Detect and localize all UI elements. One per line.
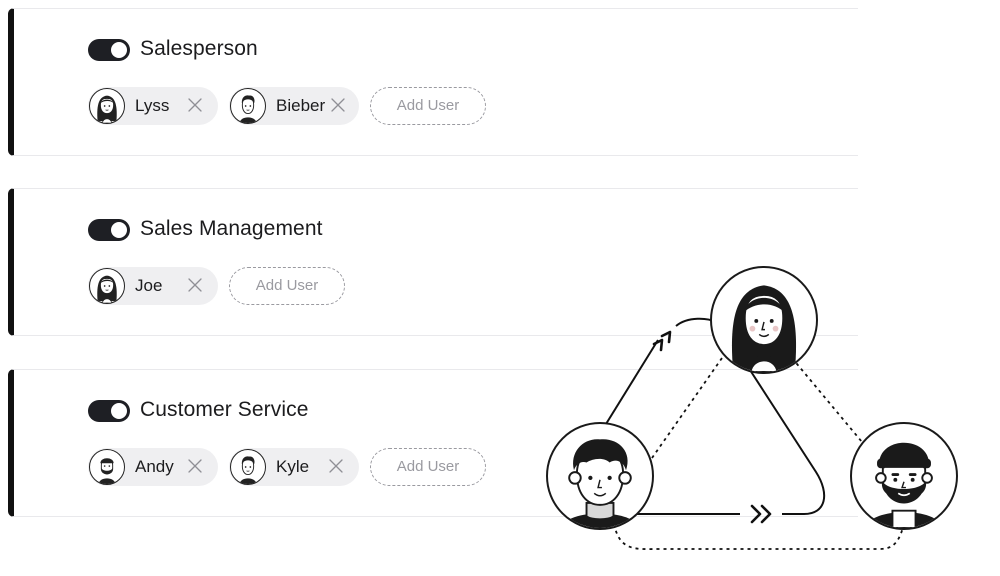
woman-long-hair-avatar bbox=[89, 88, 125, 124]
user-name: Andy bbox=[135, 457, 174, 476]
user-chip[interactable]: Andy bbox=[88, 448, 218, 486]
add-user-button[interactable]: Add User bbox=[370, 448, 486, 486]
role-title: Salesperson bbox=[140, 37, 258, 60]
toggle-knob bbox=[111, 403, 127, 419]
toggle-knob bbox=[111, 42, 127, 58]
remove-user-icon[interactable] bbox=[327, 457, 345, 475]
woman-long-hair-icon bbox=[710, 266, 818, 374]
remove-user-icon[interactable] bbox=[186, 96, 204, 114]
user-name: Lyss bbox=[135, 96, 170, 115]
role-toggle[interactable] bbox=[88, 400, 130, 422]
user-chip[interactable]: Bieber bbox=[229, 87, 359, 125]
man-curly-hair-icon bbox=[546, 422, 654, 530]
remove-user-icon[interactable] bbox=[186, 276, 204, 294]
double-chevron-right-icon bbox=[750, 504, 772, 524]
user-chip[interactable]: Lyss bbox=[88, 87, 218, 125]
user-name: Joe bbox=[135, 276, 163, 295]
man-avatar bbox=[230, 88, 266, 124]
remove-user-icon[interactable] bbox=[329, 96, 347, 114]
add-user-button[interactable]: Add User bbox=[229, 267, 345, 305]
user-chip[interactable]: Kyle bbox=[229, 448, 359, 486]
user-name: Bieber bbox=[276, 96, 326, 115]
remove-user-icon[interactable] bbox=[186, 457, 204, 475]
toggle-knob bbox=[111, 222, 127, 238]
team-flow-illustration bbox=[540, 262, 970, 562]
role-title: Customer Service bbox=[140, 398, 309, 421]
bearded-man-beanie-icon bbox=[850, 422, 958, 530]
role-title: Sales Management bbox=[140, 217, 323, 240]
role-card-salesperson: Salesperson Lyss Bieber Add User bbox=[8, 8, 859, 156]
role-toggle[interactable] bbox=[88, 39, 130, 61]
bearded-man-avatar bbox=[89, 449, 125, 485]
role-toggle[interactable] bbox=[88, 219, 130, 241]
user-chip[interactable]: Joe bbox=[88, 267, 218, 305]
man-avatar bbox=[230, 449, 266, 485]
woman-long-hair-avatar bbox=[89, 268, 125, 304]
add-user-button[interactable]: Add User bbox=[370, 87, 486, 125]
user-name: Kyle bbox=[276, 457, 310, 476]
